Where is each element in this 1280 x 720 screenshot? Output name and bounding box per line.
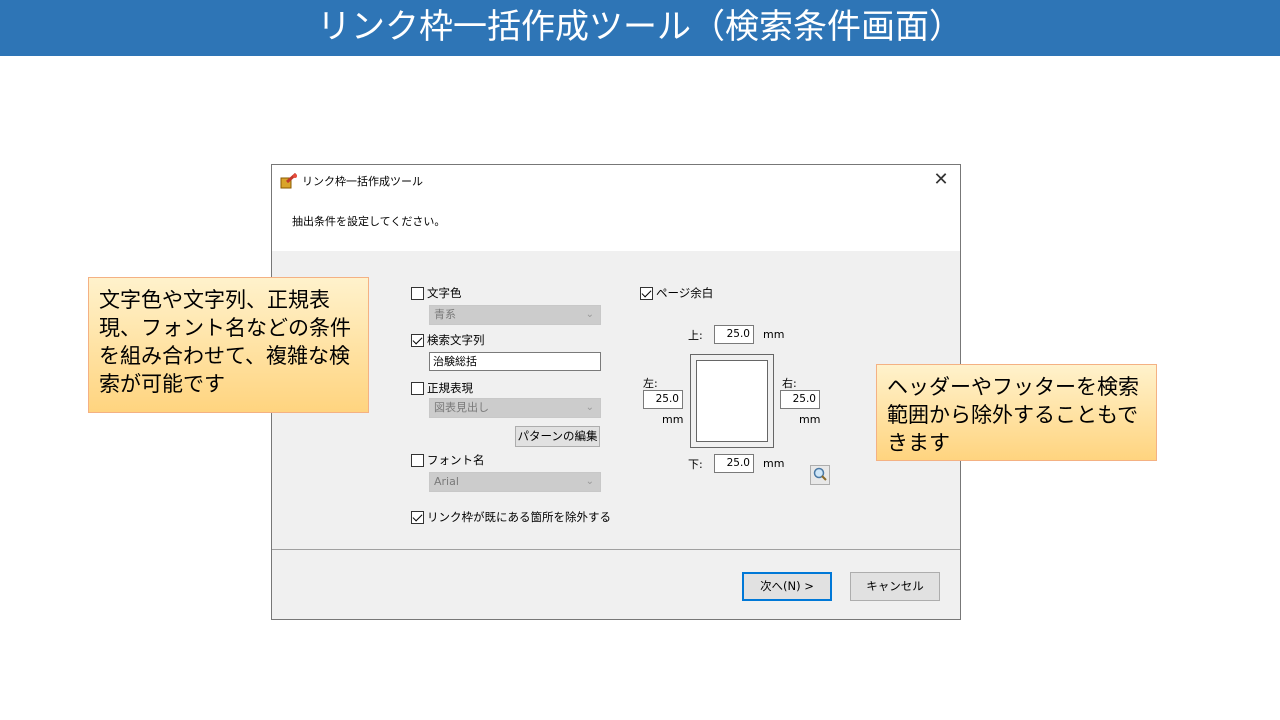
margin-right-input[interactable]: 25.0 [780,390,820,409]
margin-top-input[interactable]: 25.0 [714,325,754,344]
dialog-header: リンク枠一括作成ツール ✕ 抽出条件を設定してください。 [272,165,960,251]
preview-zoom-button[interactable] [810,465,830,485]
margin-left-unit: mm [662,413,684,426]
margin-top-unit: mm [763,328,785,341]
regex-value: 図表見出し [434,401,489,414]
checkbox-box[interactable] [411,510,424,524]
margin-right-unit: mm [799,413,821,426]
dialog-title: リンク枠一括作成ツール [302,175,423,188]
font-name-select[interactable]: Arial ⌄ [429,472,601,492]
margin-bottom-unit: mm [763,457,785,470]
margin-bottom-label: 下: [688,458,703,471]
next-button[interactable]: 次へ(N) > [742,572,832,601]
margin-top-label: 上: [688,329,703,342]
page-margin-checkbox[interactable]: ページ余白 [640,285,713,301]
font-name-value: Arial [434,475,459,488]
magnifier-icon [813,467,827,481]
search-conditions-dialog: リンク枠一括作成ツール ✕ 抽出条件を設定してください。 文字色 青系 ⌄ 検索… [271,164,961,620]
exclude-existing-checkbox[interactable]: リンク枠が既にある箇所を除外する [411,509,611,525]
page-preview [690,354,774,448]
checkbox-box[interactable] [640,286,653,300]
edit-pattern-button[interactable]: パターンの編集 [515,426,600,447]
callout-left: 文字色や文字列、正規表現、フォント名などの条件を組み合わせて、複雑な検索が可能で… [88,277,369,413]
font-color-label: 文字色 [427,286,462,300]
slide: リンク枠一括作成ツール（検索条件画面） リンク枠一括作成ツール ✕ 抽出条件を設… [0,0,1280,720]
margin-bottom-input[interactable]: 25.0 [714,454,754,473]
footer-divider [272,549,960,550]
font-name-label: フォント名 [427,453,485,467]
margin-left-label: 左: [643,377,658,390]
slide-title: リンク枠一括作成ツール（検索条件画面） [0,0,1280,56]
chevron-down-icon: ⌄ [585,402,594,413]
checkbox-box[interactable] [411,381,424,395]
checkbox-box[interactable] [411,333,424,347]
page-preview-body [696,360,768,442]
font-color-value: 青系 [434,308,456,321]
close-icon[interactable]: ✕ [930,169,952,191]
dialog-instruction: 抽出条件を設定してください。 [292,215,446,228]
callout-right: ヘッダーやフッターを検索範囲から除外することもできます [876,364,1157,461]
font-color-checkbox[interactable]: 文字色 [411,285,462,301]
checkbox-box[interactable] [411,286,424,300]
app-icon [280,173,297,189]
exclude-existing-label: リンク枠が既にある箇所を除外する [427,510,611,524]
chevron-down-icon: ⌄ [585,309,594,320]
font-name-checkbox[interactable]: フォント名 [411,452,485,468]
regex-select[interactable]: 図表見出し ⌄ [429,398,601,418]
page-margin-label: ページ余白 [656,286,714,300]
search-string-checkbox[interactable]: 検索文字列 [411,332,485,348]
checkbox-box[interactable] [411,453,424,467]
search-string-input[interactable]: 治験総括 [429,352,601,371]
font-color-select[interactable]: 青系 ⌄ [429,305,601,325]
margin-left-input[interactable]: 25.0 [643,390,683,409]
regex-checkbox[interactable]: 正規表現 [411,380,473,396]
search-string-label: 検索文字列 [427,333,485,347]
margin-right-label: 右: [782,377,797,390]
cancel-button[interactable]: キャンセル [850,572,940,601]
chevron-down-icon: ⌄ [585,476,594,487]
regex-label: 正規表現 [427,381,473,395]
